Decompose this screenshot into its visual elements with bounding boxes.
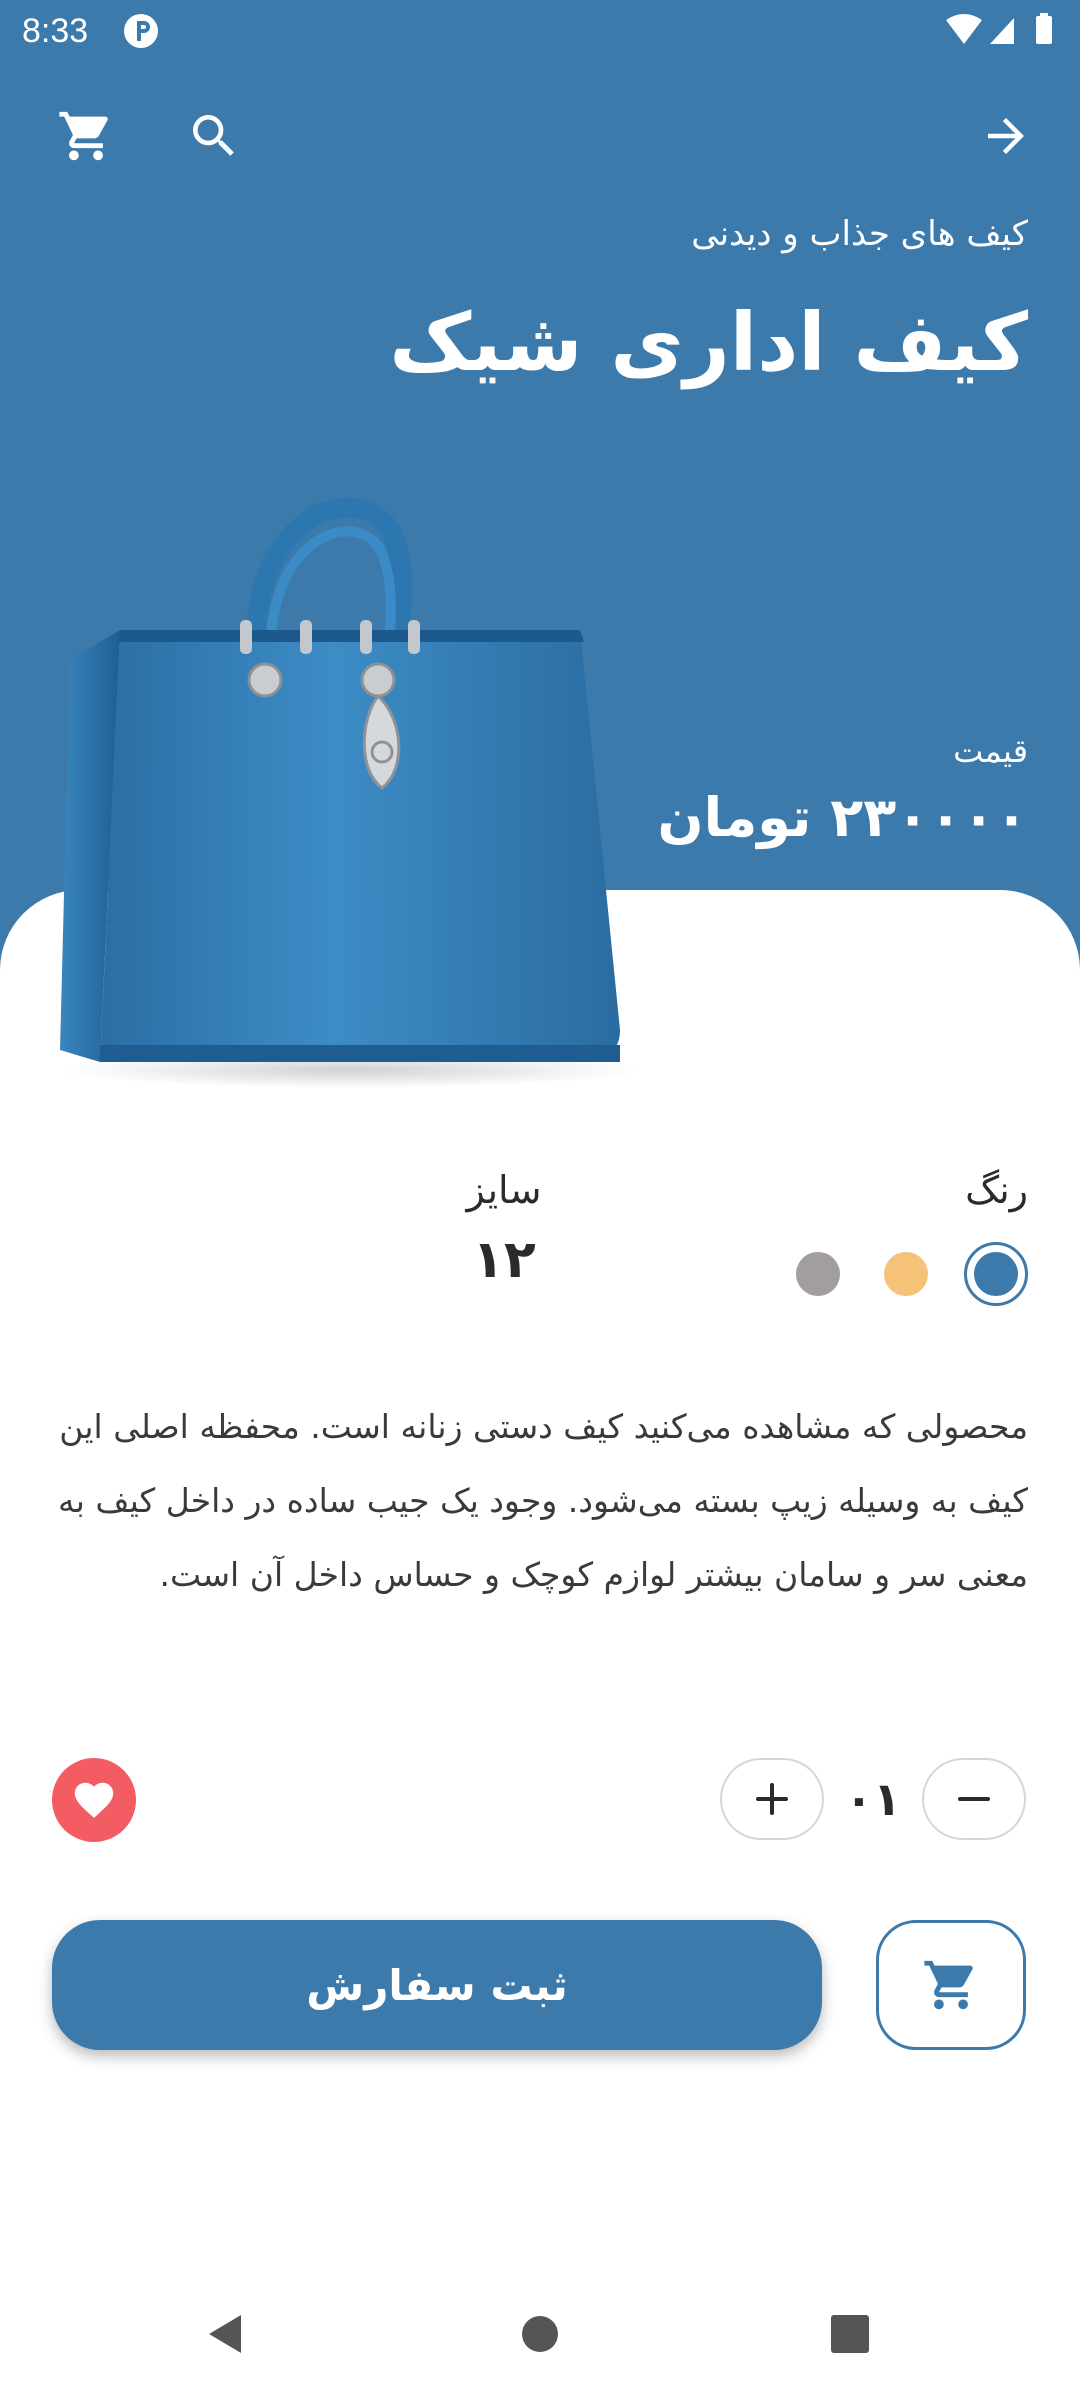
- arrow-right-icon: [988, 118, 1024, 154]
- product-title: کیف اداری شیک: [389, 296, 1028, 389]
- product-subtitle: کیف های جذاب و دیدنی: [691, 214, 1028, 254]
- heart-icon: [74, 1782, 114, 1818]
- product-image: [60, 497, 640, 1088]
- submit-order-button[interactable]: ثبت سفارش: [52, 1920, 822, 2050]
- submit-order-label: ثبت سفارش: [306, 1960, 568, 2010]
- price-label: قیمت: [953, 732, 1028, 770]
- price-value: ۲۳۰۰۰۰ تومان: [657, 786, 1029, 849]
- nav-recent-icon: [831, 2315, 869, 2353]
- back-button[interactable]: [966, 96, 1046, 176]
- quantity-value: ۰۱: [844, 1772, 902, 1826]
- nav-back-button[interactable]: [186, 2294, 266, 2374]
- notification-app-icon: [124, 14, 158, 48]
- search-button[interactable]: [174, 96, 254, 176]
- search-icon: [193, 115, 234, 156]
- signal-icon: [990, 18, 1014, 44]
- quantity-increase-button[interactable]: [720, 1758, 824, 1840]
- size-label: سایز: [466, 1168, 542, 1212]
- cart-icon: [924, 1960, 973, 2010]
- minus-icon: [958, 1797, 990, 1801]
- status-time: 8:33: [22, 12, 89, 50]
- favorite-button[interactable]: [52, 1758, 136, 1842]
- content-sheet: [0, 890, 1080, 2400]
- quantity-decrease-button[interactable]: [922, 1758, 1026, 1840]
- color-swatch-gray[interactable]: [796, 1252, 840, 1296]
- nav-recent-button[interactable]: [810, 2294, 890, 2374]
- nav-back-icon: [209, 2315, 241, 2353]
- cart-button[interactable]: [46, 96, 126, 176]
- product-description: محصولی که مشاهده می‌کنید کیف دستی زنانه …: [58, 1407, 1028, 1594]
- color-label: رنگ: [965, 1168, 1028, 1212]
- battery-icon: [1036, 16, 1052, 44]
- cart-icon: [59, 111, 108, 161]
- status-bar: 8:33: [0, 0, 1080, 64]
- swatch-dot: [974, 1252, 1018, 1296]
- size-value: ۱۲: [472, 1230, 536, 1290]
- wifi-icon: [946, 14, 982, 44]
- system-navigation-bar: [0, 2270, 1080, 2400]
- status-icons: [946, 13, 1052, 44]
- nav-home-button[interactable]: [500, 2294, 580, 2374]
- color-swatch-blue[interactable]: [964, 1242, 1028, 1306]
- add-to-cart-button[interactable]: [876, 1920, 1026, 2050]
- plus-icon: [756, 1783, 788, 1815]
- color-swatch-orange[interactable]: [884, 1252, 928, 1296]
- nav-home-icon: [522, 2316, 558, 2352]
